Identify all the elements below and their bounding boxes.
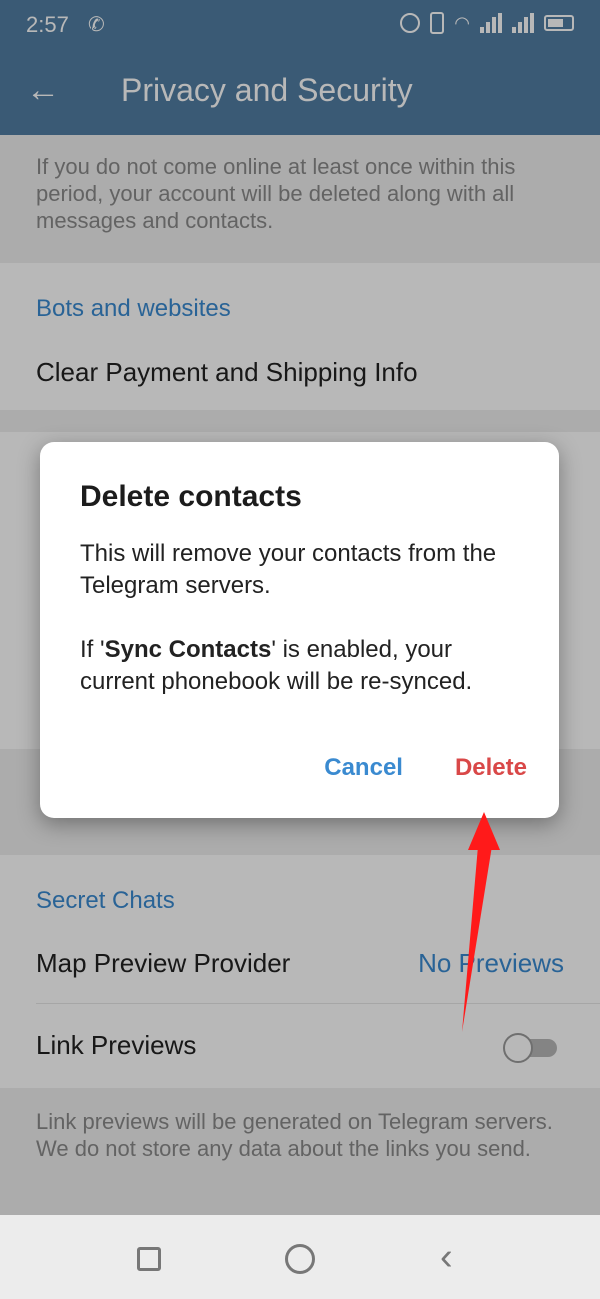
dialog-body-2: If 'Sync Contacts' is enabled, your curr… [80, 634, 530, 698]
delete-contacts-dialog: Delete contacts This will remove your co… [40, 442, 559, 818]
back-chevron-icon[interactable]: ‹ [440, 1237, 453, 1277]
home-circle-icon[interactable] [285, 1244, 315, 1274]
cancel-button[interactable]: Cancel [324, 754, 403, 782]
system-nav-bar: ‹ [0, 1215, 600, 1299]
dialog-body-1: This will remove your contacts from the … [80, 540, 497, 599]
dialog-actions: Cancel Delete [324, 754, 527, 782]
dialog-body-2-bold: Sync Contacts [104, 636, 272, 663]
dialog-body-2-prefix: If ' [80, 636, 105, 663]
recents-square-icon[interactable] [137, 1247, 161, 1271]
delete-button[interactable]: Delete [455, 754, 527, 782]
dialog-title: Delete contacts [80, 480, 302, 513]
dialog-body: This will remove your contacts from the … [80, 538, 530, 698]
